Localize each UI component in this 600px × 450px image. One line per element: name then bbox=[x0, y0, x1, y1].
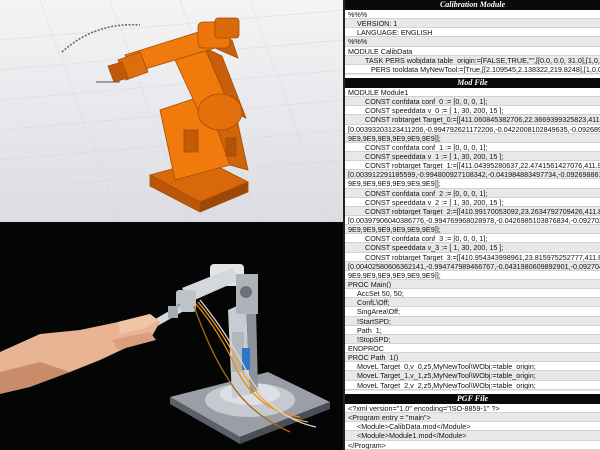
calibration-module-panel: Calibration Module %%% VERSION: 1 LANGUAGE… bbox=[345, 0, 600, 75]
code-line: ConfL\Off; bbox=[345, 298, 600, 308]
code-line: MoveL Target_1,v_1,z5,MyNewTool\WObj:=ta… bbox=[345, 371, 600, 381]
code-line: CONST speeddata v_1 := [ 1, 30, 200, 15 … bbox=[345, 151, 600, 162]
code-line: <Module>Module1.mod</Module> bbox=[345, 431, 600, 441]
pgf-file-header: PGF File bbox=[345, 394, 600, 404]
mod-file-header: Mod File bbox=[345, 78, 600, 88]
code-line: PERS tooldata MyNewTool:=[True,[[2.10954… bbox=[345, 65, 600, 74]
code-line: !StartSPD; bbox=[345, 316, 600, 326]
code-line: ENDMODULE bbox=[345, 73, 600, 75]
code-line: CONST confdata conf_3 := [0, 0, 0, 1]; bbox=[345, 234, 600, 244]
code-panels-column: Calibration Module %%% VERSION: 1 LANGUAGE… bbox=[343, 0, 600, 450]
left-column bbox=[0, 0, 343, 450]
code-line: PROC Main() bbox=[345, 279, 600, 290]
code-line: SingArea\Off; bbox=[345, 307, 600, 317]
code-line: MoveL Target_0,v_0,z5,MyNewTool\WObj:=ta… bbox=[345, 362, 600, 372]
code-line: CONST confdata conf_2 := [0, 0, 0, 1]; bbox=[345, 188, 600, 198]
code-line: CONST speeddata v_3 := [ 1, 30, 200, 15 … bbox=[345, 243, 600, 253]
robot-simulation-render bbox=[0, 0, 343, 222]
code-line: 9E9,9E9,9E9,9E9,9E9,9E9]]; bbox=[345, 133, 600, 143]
simulation-viewport[interactable] bbox=[0, 0, 343, 222]
code-line: <?xml version="1.0" encoding="ISO-8859-1… bbox=[345, 404, 600, 414]
code-line: PROC Path_1() bbox=[345, 353, 600, 363]
physical-robot-photo bbox=[0, 222, 343, 450]
code-line: [0.003912291185599,-0.994800927108342,-0… bbox=[345, 170, 600, 180]
code-line: CONST speeddata v_0 := [ 1, 30, 200, 15 … bbox=[345, 106, 600, 116]
code-line: CONST robtarget Target_0:=[[411.06084538… bbox=[345, 115, 600, 125]
code-line: MoveL Target_2,v_2,z5,MyNewTool\WObj:=ta… bbox=[345, 381, 600, 390]
code-line: CONST speeddata v_2 := [ 1, 30, 200, 15 … bbox=[345, 198, 600, 207]
code-line: CONST robtarget Target_2:=[[410.99170053… bbox=[345, 206, 600, 216]
code-line: MODULE Module1 bbox=[345, 88, 600, 98]
screen: Calibration Module %%% VERSION: 1 LANGUAGE… bbox=[0, 0, 600, 450]
code-line: MoveL Target_3,v_3,z5,MyNewTool\WObj:=ta… bbox=[345, 389, 600, 391]
code-line: VERSION: 1 bbox=[345, 19, 600, 29]
code-line: [0.00393203123411206,-0.994792621172206,… bbox=[345, 125, 600, 134]
code-line: CONST robtarget Target_1:=[[411.04395280… bbox=[345, 161, 600, 171]
calibration-code-block[interactable]: %%% VERSION: 1 LANGUAGE: ENGLISH%%% MODULE … bbox=[345, 10, 600, 75]
pgf-file-code-block[interactable]: <?xml version="1.0" encoding="ISO-8859-1… bbox=[345, 404, 600, 450]
code-line: CONST confdata conf_1 := [0, 0, 0, 1]; bbox=[345, 143, 600, 152]
code-line: 9E9,9E9,9E9,9E9,9E9,9E9]]; bbox=[345, 179, 600, 189]
pgf-file-panel: PGF File <?xml version="1.0" encoding="I… bbox=[345, 394, 600, 450]
code-line: ENDPROC bbox=[345, 344, 600, 354]
code-line: 9E9,9E9,9E9,9E9,9E9,9E9]]; bbox=[345, 225, 600, 235]
code-line: LANGUAGE: ENGLISH bbox=[345, 28, 600, 38]
code-line: [0.00397906040386776,-0.994769968028978,… bbox=[345, 216, 600, 226]
code-line: <Program entry = "main"> bbox=[345, 413, 600, 423]
code-line: </Program> bbox=[345, 441, 600, 450]
code-line: CONST robtarget Target_3:=[[410.95434399… bbox=[345, 253, 600, 262]
code-line: [0.00402580606362141,-0.994747989466767,… bbox=[345, 261, 600, 271]
code-line: %%% bbox=[345, 37, 600, 47]
code-line: MODULE CalibData bbox=[345, 47, 600, 56]
code-line: !StopSPD; bbox=[345, 334, 600, 344]
code-line: CONST confdata conf_0 := [0, 0, 0, 1]; bbox=[345, 97, 600, 107]
code-line: %%% bbox=[345, 10, 600, 20]
code-line: AccSet 50, 50; bbox=[345, 289, 600, 299]
code-line: TASK PERS wobjdata table_origin:=[FALSE,… bbox=[345, 55, 600, 65]
code-line: <Module>CalibData.mod</Module> bbox=[345, 422, 600, 432]
mod-file-panel: Mod File MODULE Module1 CONST confdata co… bbox=[345, 78, 600, 391]
mod-file-code-block[interactable]: MODULE Module1 CONST confdata conf_0 := [… bbox=[345, 88, 600, 391]
calibration-module-header: Calibration Module bbox=[345, 0, 600, 10]
code-line: Path_1; bbox=[345, 326, 600, 335]
robot-photo-image bbox=[0, 222, 343, 450]
code-line: 9E9,9E9,9E9,9E9,9E9,9E9]]; bbox=[345, 271, 600, 280]
